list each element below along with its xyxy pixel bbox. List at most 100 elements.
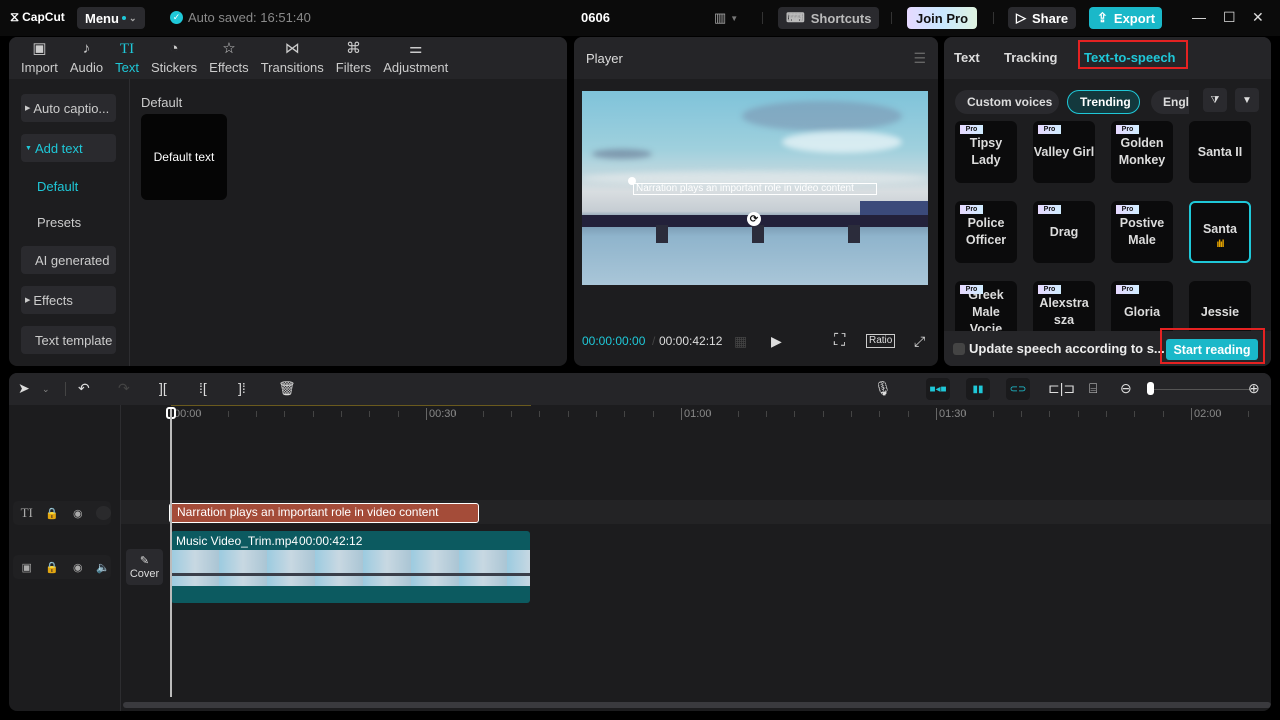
pro-badge: Pro xyxy=(1116,125,1139,134)
resize-handle[interactable] xyxy=(628,177,636,185)
tab-text[interactable]: TI Text xyxy=(109,37,145,79)
maximize-icon[interactable]: ☐ xyxy=(1223,9,1236,26)
ruler-tick xyxy=(822,411,824,417)
microphone-icon[interactable]: 🎙 xyxy=(874,380,892,397)
voice-card[interactable]: Pro Tipsy Lady xyxy=(955,121,1017,183)
sidebar-item-auto-captions[interactable]: ▶ Auto captio... xyxy=(21,94,116,122)
zoom-slider-track[interactable] xyxy=(1152,389,1252,390)
horizontal-scrollbar[interactable] xyxy=(123,702,1271,708)
close-icon[interactable]: ✕ xyxy=(1252,9,1264,26)
ruler-zoom-icon[interactable]: ⌸ xyxy=(1089,380,1097,397)
voice-card[interactable]: Pro Golden Monkey xyxy=(1111,121,1173,183)
default-text-card[interactable]: Default text xyxy=(141,114,227,200)
chevron-down-icon[interactable]: ⌄ xyxy=(42,384,50,395)
filters-icon: ⌘ xyxy=(345,40,361,57)
chip-custom-voices[interactable]: Custom voices xyxy=(955,90,1059,114)
voice-card-selected[interactable]: Santa ılıl xyxy=(1189,201,1251,263)
delete-icon[interactable]: 🗑 xyxy=(278,380,296,397)
play-icon[interactable]: ▶ xyxy=(771,333,782,350)
chip-english[interactable]: Engl xyxy=(1151,90,1189,114)
share-button[interactable]: ▷ Share xyxy=(1008,7,1077,29)
cover-button[interactable]: ✎ Cover xyxy=(126,549,163,585)
lock-icon[interactable]: 🔒 xyxy=(45,561,61,574)
share-icon: ▷ xyxy=(1016,10,1026,25)
sidebar-item-ai-generated[interactable]: AI generated xyxy=(21,246,116,274)
ruler-tick xyxy=(851,411,852,417)
shortcuts-label: Shortcuts xyxy=(810,10,872,26)
fullscreen-icon[interactable]: ⤢ xyxy=(914,333,925,350)
tab-label: Import xyxy=(21,60,58,75)
text-clip[interactable]: Narration plays an important role in vid… xyxy=(169,503,479,523)
lock-icon[interactable]: 🔒 xyxy=(45,507,61,520)
tab-label: Adjustment xyxy=(383,60,449,75)
tab-text[interactable]: Text xyxy=(954,50,980,65)
join-pro-button[interactable]: Join Pro xyxy=(907,7,978,29)
video-preview[interactable]: Narration plays an important role in vid… xyxy=(582,91,928,285)
tab-label: Transitions xyxy=(260,60,324,75)
split-left-icon[interactable]: ⁞[ xyxy=(199,380,207,396)
split-preview-icon[interactable]: ⊏|⊐ xyxy=(1048,380,1075,397)
time-ruler[interactable]: 00:00 00:30 01:00 01:30 02:00 xyxy=(121,405,1271,425)
tab-adjustment[interactable]: ⚌ Adjustment xyxy=(377,37,454,79)
section-label: Default xyxy=(141,95,183,110)
chip-trending[interactable]: Trending xyxy=(1067,90,1140,114)
sidebar-item-presets[interactable]: Presets xyxy=(37,215,81,230)
pro-badge: Pro xyxy=(1116,285,1139,294)
linkage-icon[interactable]: ⊂⊃ xyxy=(1006,378,1030,400)
ruler-tick xyxy=(341,411,342,417)
undo-icon[interactable]: ↶ xyxy=(78,380,90,397)
split-right-icon[interactable]: ]⁞ xyxy=(238,380,246,396)
tab-filters[interactable]: ⌘ Filters xyxy=(330,37,377,79)
export-button[interactable]: ⇪ Export xyxy=(1089,7,1162,29)
zoom-slider-handle[interactable] xyxy=(1147,382,1154,395)
update-speech-checkbox[interactable] xyxy=(953,343,965,355)
ratio-button[interactable]: Ratio xyxy=(866,334,896,348)
ruler-tick xyxy=(312,411,314,417)
tab-import[interactable]: ▣ Import xyxy=(15,37,64,79)
filter-icon[interactable]: ⧩ xyxy=(1203,88,1227,112)
sidebar-item-effects[interactable]: ▶ Effects xyxy=(21,286,116,314)
eye-icon[interactable]: ◉ xyxy=(70,561,86,574)
video-clip[interactable]: Music Video_Trim.mp4 00:00:42:12 xyxy=(171,531,530,603)
sidebar-item-default[interactable]: Default xyxy=(37,179,78,194)
layout-button[interactable]: ▥ ▼ xyxy=(714,10,738,26)
tab-stickers[interactable]: ◔ Stickers xyxy=(145,37,203,79)
zoom-fit-icon[interactable]: ⛶ xyxy=(834,332,845,350)
menu-button[interactable]: Menu ⌄ xyxy=(77,7,145,29)
rotate-icon[interactable]: ⟳ xyxy=(747,212,761,226)
ruler-tick xyxy=(397,411,399,417)
voice-card[interactable]: Santa II xyxy=(1189,121,1251,183)
sidebar-item-text-template[interactable]: Text template xyxy=(21,326,116,354)
shortcuts-button[interactable]: ⌨ Shortcuts xyxy=(778,7,880,29)
minimize-icon[interactable]: — xyxy=(1192,9,1206,25)
zoom-in-icon[interactable]: ⊕ xyxy=(1248,380,1260,397)
voice-card[interactable]: Pro Postive Male xyxy=(1111,201,1173,263)
zoom-out-icon[interactable]: ⊖ xyxy=(1120,380,1132,397)
autosave-status: ✓ Auto saved: 16:51:40 xyxy=(170,10,311,25)
chevron-down-icon[interactable]: ▼ xyxy=(1235,88,1259,112)
speaker-icon[interactable]: 🔈 xyxy=(96,561,112,574)
text-overlay[interactable]: Narration plays an important role in vid… xyxy=(633,183,877,195)
voice-card[interactable]: Pro Drag xyxy=(1033,201,1095,263)
auto-snap-icon[interactable]: ▮▮ xyxy=(966,378,990,400)
tab-tracking[interactable]: Tracking xyxy=(1004,50,1057,65)
player-header: Player ☰ xyxy=(574,37,938,79)
select-cursor-icon[interactable]: ➤ xyxy=(18,380,30,397)
properties-tabs: Text Tracking Text-to-speech xyxy=(944,37,1271,79)
time-separator: / xyxy=(652,334,656,348)
split-icon[interactable]: ][ xyxy=(159,380,167,396)
sidebar-item-add-text[interactable]: ▼ Add text xyxy=(21,134,116,162)
playhead[interactable] xyxy=(170,409,172,697)
main-track-magnet-icon[interactable]: ■◂■ xyxy=(926,378,950,400)
voice-card[interactable]: Pro Valley Girl xyxy=(1033,121,1095,183)
redo-icon[interactable]: ↷ xyxy=(118,380,130,397)
tab-audio[interactable]: ♪ Audio xyxy=(64,37,109,79)
tab-transitions[interactable]: ⋈ Transitions xyxy=(255,37,330,79)
grid-icon[interactable]: ▦ xyxy=(734,333,747,350)
voice-name: Valley Girl xyxy=(1033,144,1095,159)
voice-card[interactable]: Pro Police Officer xyxy=(955,201,1017,263)
tab-effects[interactable]: ☆ Effects xyxy=(203,37,255,79)
text-track-icon: TI xyxy=(20,505,33,520)
hamburger-menu-icon[interactable]: ☰ xyxy=(913,50,926,67)
eye-icon[interactable]: ◉ xyxy=(70,507,86,520)
